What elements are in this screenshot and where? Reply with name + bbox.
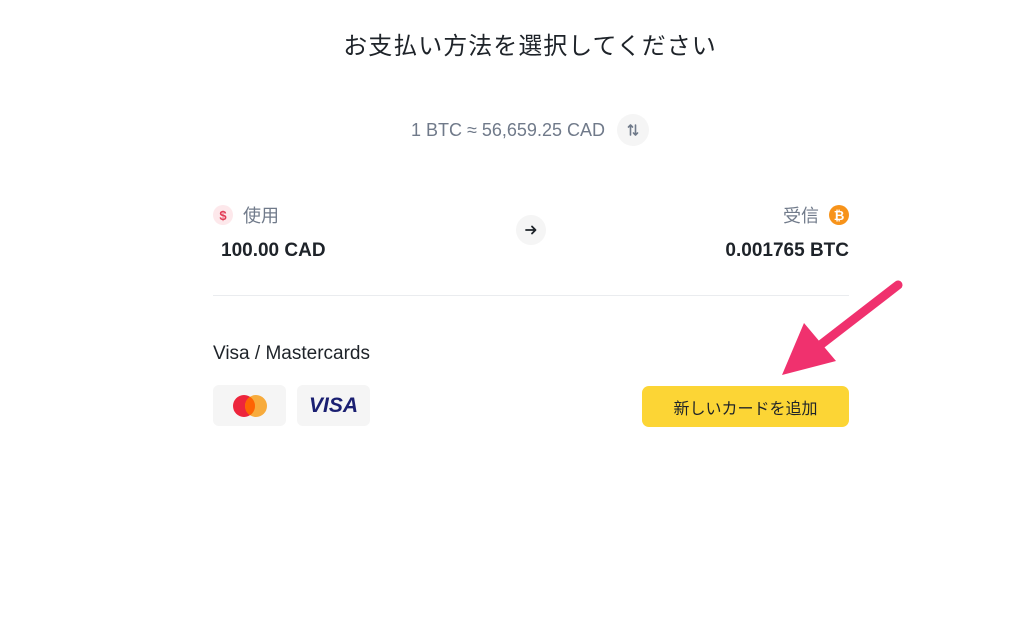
page-title: お支払い方法を選択してください [343, 32, 717, 60]
spend-label: 使用 [243, 206, 279, 227]
payment-section-title: Visa / Mastercards [213, 343, 370, 364]
swap-icon [627, 124, 639, 136]
receive-panel: 受信 ₿ 0.001765 BTC [725, 202, 849, 262]
bitcoin-icon: ₿ [829, 205, 849, 225]
receive-label: 受信 [783, 206, 819, 227]
usd-coin-icon: $ [213, 205, 233, 225]
spend-panel: $ 使用 100.00 CAD [213, 202, 326, 262]
conversion-arrow [516, 215, 546, 245]
visa-text: VISA [308, 393, 358, 417]
visa-logo: VISA [297, 385, 370, 426]
exchange-rate-row: 1 BTC ≈ 56,659.25 CAD [0, 114, 1024, 146]
swap-rate-button[interactable] [616, 114, 649, 146]
divider [213, 295, 849, 296]
annotation-arrow-icon [782, 280, 903, 375]
exchange-rate-text: 1 BTC ≈ 56,659.25 CAD [411, 119, 605, 140]
receive-amount: 0.001765 BTC [725, 240, 849, 261]
add-new-card-button[interactable]: 新しいカードを追加 [642, 386, 849, 427]
mastercard-icon [232, 394, 267, 417]
payment-method-page: お支払い方法を選択してください 1 BTC ≈ 56,659.25 CAD $ … [0, 0, 1024, 642]
mastercard-logo [213, 385, 286, 426]
arrow-right-icon [525, 225, 537, 235]
spend-amount: 100.00 CAD [221, 240, 326, 261]
